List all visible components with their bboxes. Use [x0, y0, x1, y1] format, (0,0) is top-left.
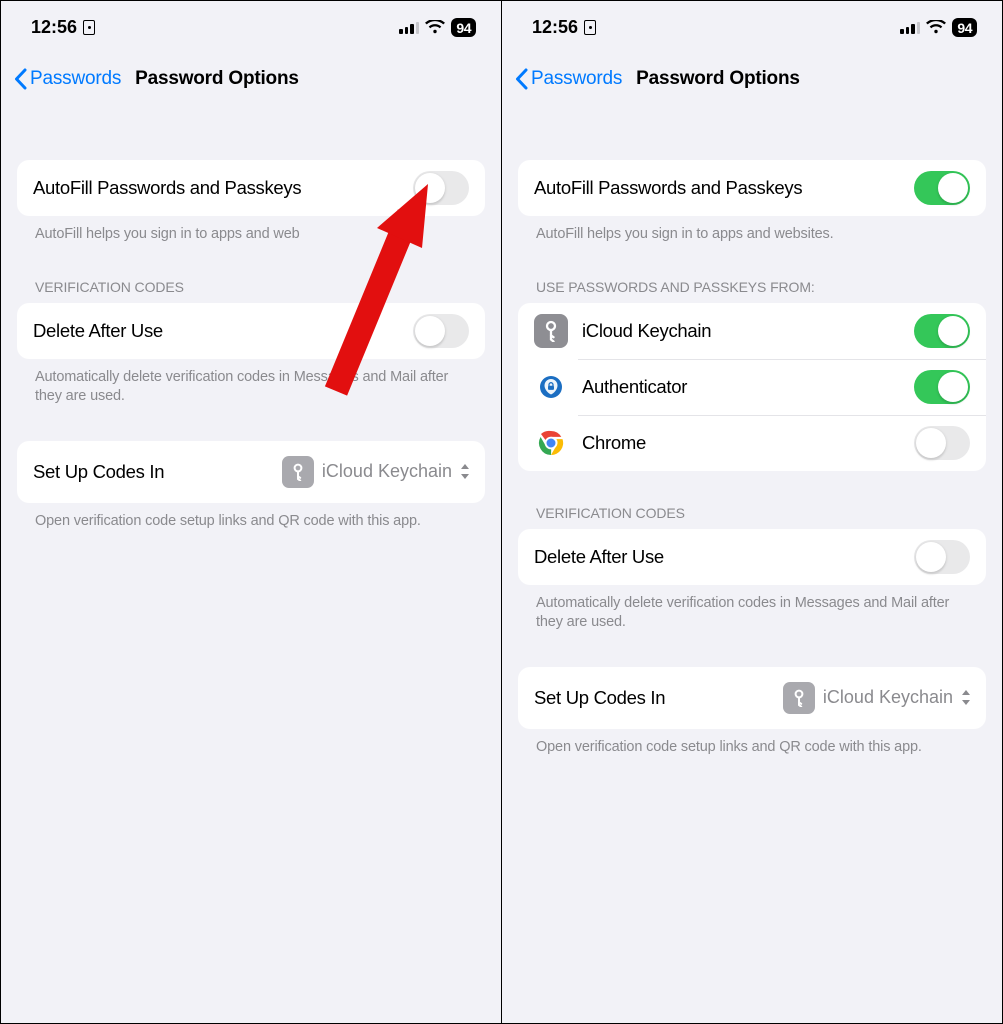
phone-left: 12:56 94 Passwords Password Options Auto… [1, 1, 501, 1023]
back-chevron-icon[interactable] [13, 68, 28, 90]
autofill-label: AutoFill Passwords and Passkeys [534, 177, 900, 199]
setup-codes-row[interactable]: Set Up Codes In iCloud Keychain [17, 441, 485, 503]
keychain-icon [534, 314, 568, 348]
battery-icon: 94 [952, 18, 977, 37]
battery-icon: 94 [451, 18, 476, 37]
autofill-row[interactable]: AutoFill Passwords and Passkeys [518, 160, 986, 216]
setup-codes-selector[interactable]: iCloud Keychain [282, 456, 469, 488]
setup-codes-label: Set Up Codes In [534, 687, 769, 709]
verification-header: Verification Codes [17, 279, 485, 303]
delete-after-use-toggle[interactable] [413, 314, 469, 348]
chevron-updown-icon [460, 464, 469, 479]
wifi-icon [425, 20, 445, 35]
key-icon [282, 456, 314, 488]
autofill-toggle[interactable] [413, 171, 469, 205]
nav-bar: Passwords Password Options [1, 54, 501, 104]
phone-right: 12:56 94 Passwords Password Options Auto… [502, 1, 1002, 1023]
autofill-footer: AutoFill helps you sign in to apps and w… [518, 216, 986, 245]
provider-toggle-authenticator[interactable] [914, 370, 970, 404]
status-time: 12:56 [532, 17, 578, 38]
delete-after-use-row[interactable]: Delete After Use [17, 303, 485, 359]
autofill-group: AutoFill Passwords and Passkeys AutoFill… [518, 160, 986, 245]
status-bar: 12:56 94 [1, 1, 501, 54]
setup-codes-footer: Open verification code setup links and Q… [518, 729, 986, 758]
provider-label: Chrome [582, 432, 900, 454]
provider-toggle-keychain[interactable] [914, 314, 970, 348]
providers-group: Use Passwords and Passkeys From: iCloud … [518, 279, 986, 471]
back-chevron-icon[interactable] [514, 68, 529, 90]
setup-codes-selector[interactable]: iCloud Keychain [783, 682, 970, 714]
provider-label: iCloud Keychain [582, 320, 900, 342]
autofill-toggle[interactable] [914, 171, 970, 205]
providers-header: Use Passwords and Passkeys From: [518, 279, 986, 303]
delete-after-use-label: Delete After Use [534, 546, 900, 568]
setup-codes-footer: Open verification code setup links and Q… [17, 503, 485, 532]
setup-codes-group: Set Up Codes In iCloud Keychain Open ver… [17, 441, 485, 532]
setup-codes-label: Set Up Codes In [33, 461, 268, 483]
back-button[interactable]: Passwords [531, 68, 622, 90]
setup-codes-row[interactable]: Set Up Codes In iCloud Keychain [518, 667, 986, 729]
autofill-row[interactable]: AutoFill Passwords and Passkeys [17, 160, 485, 216]
autofill-footer: AutoFill helps you sign in to apps and w… [17, 216, 485, 245]
wifi-icon [926, 20, 946, 35]
provider-row-authenticator[interactable]: Authenticator [518, 359, 986, 415]
status-time: 12:56 [31, 17, 77, 38]
delete-after-use-row[interactable]: Delete After Use [518, 529, 986, 585]
chevron-updown-icon [961, 690, 970, 705]
autofill-group: AutoFill Passwords and Passkeys AutoFill… [17, 160, 485, 245]
status-bar: 12:56 94 [502, 1, 1002, 54]
page-title: Password Options [135, 68, 299, 90]
back-button[interactable]: Passwords [30, 68, 121, 90]
signal-icon [399, 21, 419, 34]
provider-row-keychain[interactable]: iCloud Keychain [518, 303, 986, 359]
sim-icon [83, 20, 95, 35]
provider-row-chrome[interactable]: Chrome [518, 415, 986, 471]
delete-after-use-toggle[interactable] [914, 540, 970, 574]
provider-label: Authenticator [582, 376, 900, 398]
chrome-icon [534, 426, 568, 460]
page-title: Password Options [636, 68, 800, 90]
autofill-label: AutoFill Passwords and Passkeys [33, 177, 399, 199]
setup-codes-value: iCloud Keychain [322, 461, 452, 482]
signal-icon [900, 21, 920, 34]
authenticator-icon [534, 370, 568, 404]
verification-footer: Automatically delete verification codes … [17, 359, 485, 407]
setup-codes-value: iCloud Keychain [823, 687, 953, 708]
key-icon [783, 682, 815, 714]
verification-group: Verification Codes Delete After Use Auto… [518, 505, 986, 633]
delete-after-use-label: Delete After Use [33, 320, 399, 342]
provider-toggle-chrome[interactable] [914, 426, 970, 460]
sim-icon [584, 20, 596, 35]
nav-bar: Passwords Password Options [502, 54, 1002, 104]
verification-header: Verification Codes [518, 505, 986, 529]
verification-footer: Automatically delete verification codes … [518, 585, 986, 633]
setup-codes-group: Set Up Codes In iCloud Keychain Open ver… [518, 667, 986, 758]
verification-group: Verification Codes Delete After Use Auto… [17, 279, 485, 407]
